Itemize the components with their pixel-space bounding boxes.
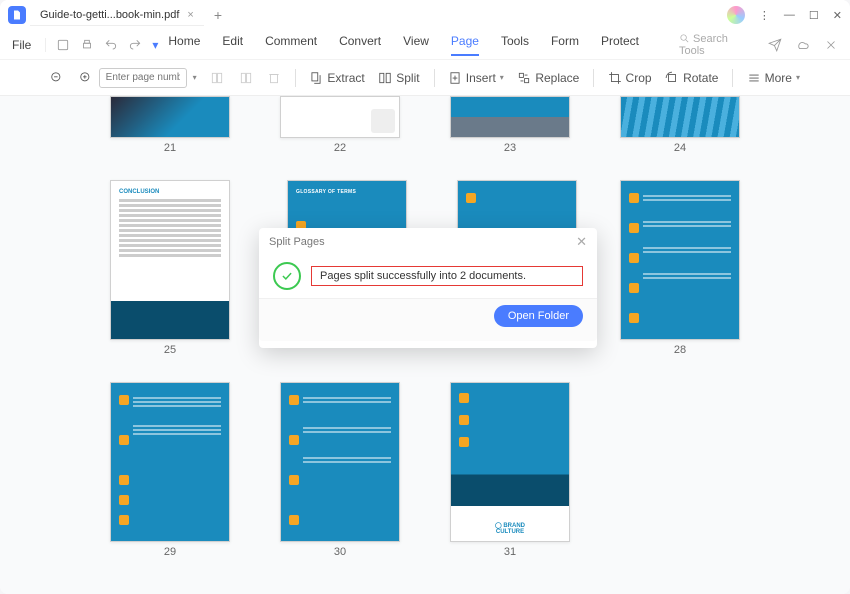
page-thumb[interactable]: 22 xyxy=(261,96,419,154)
send-icon[interactable] xyxy=(768,38,782,52)
dialog-header: Split Pages ✕ xyxy=(259,228,597,256)
open-folder-button[interactable]: Open Folder xyxy=(494,305,583,327)
split-button[interactable]: Split xyxy=(378,71,419,85)
tab-page[interactable]: Page xyxy=(451,34,479,56)
page-number: 25 xyxy=(164,344,176,356)
tab-view[interactable]: View xyxy=(403,34,429,56)
chevron-down-icon: ▾ xyxy=(796,73,800,82)
thumb-heading: CONCLUSION xyxy=(119,189,221,195)
split-pages-dialog: Split Pages ✕ Pages split successfully i… xyxy=(259,228,597,348)
page-number: 30 xyxy=(334,546,346,558)
page-number-input[interactable] xyxy=(99,68,187,88)
quick-access: ▾ xyxy=(45,38,158,52)
tab-tools[interactable]: Tools xyxy=(501,34,529,56)
page-number: 29 xyxy=(164,546,176,558)
menu-tabs: Home Edit Comment Convert View Page Tool… xyxy=(168,34,639,56)
add-tab-button[interactable]: + xyxy=(214,7,222,23)
page-number: 24 xyxy=(674,142,686,154)
page-dropdown-icon[interactable]: ▾ xyxy=(193,73,197,82)
zoom-in-icon[interactable] xyxy=(79,71,93,85)
page-thumb[interactable]: 23 xyxy=(431,96,589,154)
cloud-icon[interactable] xyxy=(796,38,810,52)
page-thumb[interactable]: ◯ BRANDCULTURE 31 xyxy=(431,382,589,558)
menubar-right: Search Tools xyxy=(679,33,838,57)
tab-comment[interactable]: Comment xyxy=(265,34,317,56)
titlebar-controls: ⋮ — ☐ ✕ xyxy=(727,6,842,24)
undo-icon[interactable] xyxy=(104,38,118,52)
page-number: 22 xyxy=(334,142,346,154)
page-left-icon[interactable] xyxy=(210,71,224,85)
page-number: 31 xyxy=(504,546,516,558)
page-thumb[interactable]: 28 xyxy=(601,180,759,356)
dialog-message: Pages split successfully into 2 document… xyxy=(311,266,583,286)
zoom-out-icon[interactable] xyxy=(50,71,64,85)
tab-edit[interactable]: Edit xyxy=(222,34,243,56)
page-thumb[interactable]: 30 xyxy=(261,382,419,558)
search-tools[interactable]: Search Tools xyxy=(679,33,754,57)
expand-icon[interactable] xyxy=(824,38,838,52)
print-icon[interactable] xyxy=(80,38,94,52)
chevron-down-icon: ▾ xyxy=(500,73,504,82)
page-thumb[interactable]: 29 xyxy=(91,382,249,558)
page-number: 28 xyxy=(674,344,686,356)
document-tab[interactable]: Guide-to-getti...book-min.pdf × xyxy=(30,5,204,26)
crop-button[interactable]: Crop xyxy=(608,71,652,85)
dialog-footer: Open Folder xyxy=(259,298,597,341)
tab-convert[interactable]: Convert xyxy=(339,34,381,56)
page-right-icon[interactable] xyxy=(239,71,253,85)
page-thumb[interactable]: 21 xyxy=(91,96,249,154)
tab-home[interactable]: Home xyxy=(168,34,200,56)
extract-button[interactable]: Extract xyxy=(309,71,364,85)
dialog-title: Split Pages xyxy=(269,236,325,248)
page-thumb[interactable]: 24 xyxy=(601,96,759,154)
app-icon xyxy=(8,6,26,24)
kebab-icon[interactable]: ⋮ xyxy=(759,9,770,22)
success-check-icon xyxy=(273,262,301,290)
menubar: File ▾ Home Edit Comment Convert View Pa… xyxy=(0,30,850,60)
dialog-close-icon[interactable]: ✕ xyxy=(576,234,587,250)
rotate-button[interactable]: Rotate xyxy=(665,71,718,85)
tab-title: Guide-to-getti...book-min.pdf xyxy=(40,9,179,21)
thumb-heading: GLOSSARY OF TERMS xyxy=(288,181,406,203)
tab-protect[interactable]: Protect xyxy=(601,34,639,56)
delete-page-icon[interactable] xyxy=(267,71,281,85)
close-button[interactable]: ✕ xyxy=(833,9,842,22)
insert-button[interactable]: Insert ▾ xyxy=(448,71,504,85)
page-number: 21 xyxy=(164,142,176,154)
dropdown-quick-icon[interactable]: ▾ xyxy=(152,38,158,52)
maximize-button[interactable]: ☐ xyxy=(809,9,819,22)
minimize-button[interactable]: — xyxy=(784,9,795,21)
tab-form[interactable]: Form xyxy=(551,34,579,56)
replace-button[interactable]: Replace xyxy=(517,71,579,85)
more-button[interactable]: More ▾ xyxy=(747,71,800,85)
tab-close-icon[interactable]: × xyxy=(187,9,193,21)
page-number: 23 xyxy=(504,142,516,154)
page-thumb[interactable]: CONCLUSION 25 xyxy=(91,180,249,356)
titlebar: Guide-to-getti...book-min.pdf × + ⋮ — ☐ … xyxy=(0,0,850,30)
save-icon[interactable] xyxy=(56,38,70,52)
avatar[interactable] xyxy=(727,6,745,24)
dialog-body: Pages split successfully into 2 document… xyxy=(259,256,597,298)
redo-icon[interactable] xyxy=(128,38,142,52)
toolbar: ▾ Extract Split Insert ▾ Replace xyxy=(0,60,850,96)
file-menu[interactable]: File xyxy=(12,38,31,52)
